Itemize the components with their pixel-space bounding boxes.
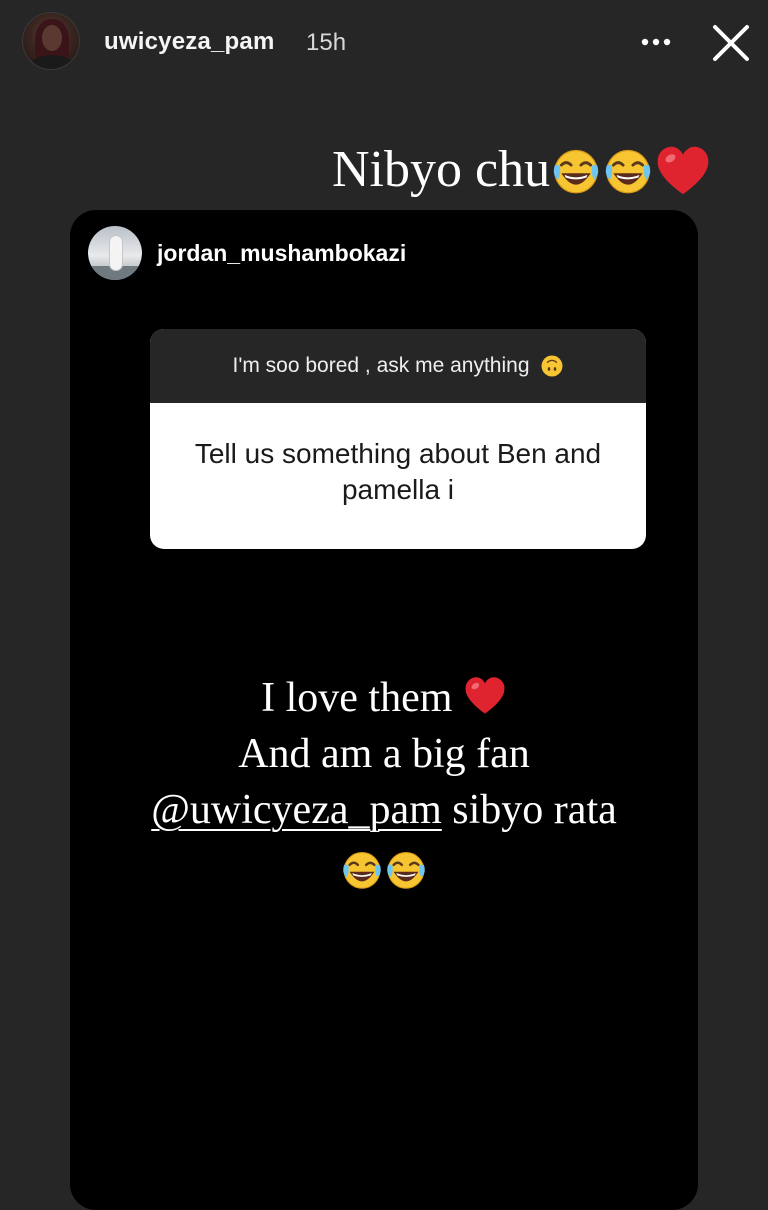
answer-line-4 [70, 838, 698, 894]
question-prompt-text: I'm soo bored , ask me anything [232, 354, 530, 377]
answer-text-block: I love them And am a big fan @uwicyeza_p… [70, 670, 698, 894]
user-mention-link[interactable]: @uwicyeza_pam [151, 787, 442, 833]
tears-of-joy-emoji-icon [384, 847, 428, 891]
caption-text: Nibyo chu [332, 141, 551, 198]
tears-of-joy-emoji-icon [340, 847, 384, 891]
upside-down-face-emoji-icon [540, 354, 564, 378]
red-heart-emoji-icon [654, 144, 712, 196]
question-sticker: I'm soo bored , ask me anything Tell us … [150, 329, 646, 549]
answer-line-3-text: sibyo rata [441, 787, 617, 833]
close-icon[interactable] [710, 22, 752, 64]
answer-line-2: And am a big fan [238, 731, 530, 777]
story-header: uwicyeza_pam 15h [0, 0, 768, 86]
shared-post-avatar[interactable] [88, 226, 142, 280]
more-options-icon[interactable] [640, 32, 672, 52]
answer-line-1-text: I love them [261, 675, 453, 721]
profile-avatar[interactable] [22, 12, 80, 70]
tears-of-joy-emoji-icon [550, 144, 602, 196]
story-timestamp: 15h [306, 29, 347, 56]
shared-story-card[interactable]: jordan_mushambokazi I'm soo bored , ask … [70, 210, 698, 1210]
red-heart-emoji-icon [463, 675, 507, 715]
story-username[interactable]: uwicyeza_pam [104, 28, 274, 56]
question-text: Tell us something about Ben and pamella … [194, 438, 602, 505]
tears-of-joy-emoji-icon [602, 144, 654, 196]
avatar-person [110, 236, 122, 270]
answer-line-1: I love them [70, 670, 698, 726]
story-caption: Nibyo chu [332, 140, 712, 199]
avatar-face [42, 25, 62, 51]
shared-post-username[interactable]: jordan_mushambokazi [157, 240, 406, 267]
answer-line-3: @uwicyeza_pam sibyo rata [70, 782, 698, 838]
avatar-shoulders [29, 55, 75, 69]
question-prompt: I'm soo bored , ask me anything [150, 329, 646, 403]
